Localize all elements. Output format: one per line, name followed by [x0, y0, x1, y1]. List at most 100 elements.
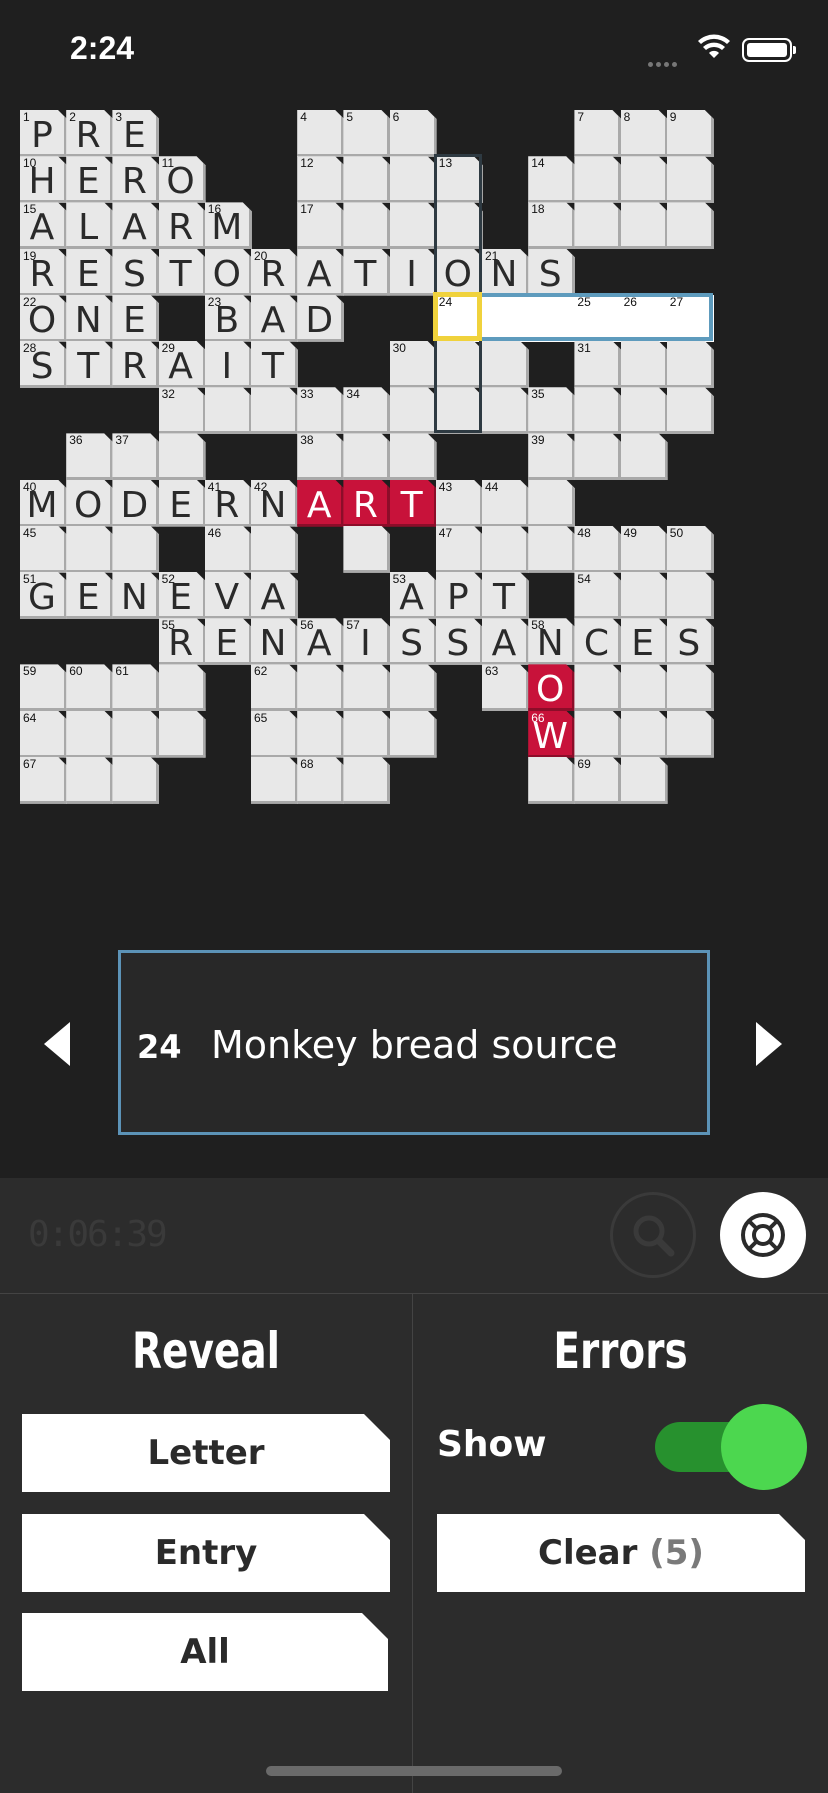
reveal-all-button[interactable]: All	[22, 1613, 388, 1691]
grid-cell[interactable]: 17	[297, 202, 345, 250]
grid-cell[interactable]: S	[389, 618, 437, 666]
grid-cell[interactable]	[112, 756, 160, 804]
grid-cell[interactable]	[389, 664, 437, 712]
grid-cell[interactable]: 5	[343, 110, 391, 157]
grid-cell[interactable]: L	[66, 202, 114, 250]
grid-cell[interactable]: T	[66, 341, 114, 388]
show-errors-toggle[interactable]	[655, 1404, 807, 1492]
grid-cell[interactable]: 56 A	[297, 618, 345, 666]
grid-cell[interactable]: 9	[666, 110, 714, 157]
grid-cell[interactable]	[66, 710, 114, 758]
grid-cell[interactable]	[482, 525, 529, 573]
grid-cell[interactable]	[158, 710, 206, 758]
grid-cell[interactable]	[666, 156, 714, 204]
left-arrow-icon[interactable]	[44, 1022, 70, 1066]
reveal-entry-button[interactable]: Entry	[22, 1514, 390, 1592]
grid-cell[interactable]: 32	[158, 387, 206, 435]
grid-cell[interactable]: 44	[482, 479, 529, 527]
revealed-cell[interactable]: O	[528, 664, 576, 712]
grid-cell[interactable]: 15 A	[20, 202, 67, 250]
grid-cell[interactable]	[158, 433, 206, 481]
grid-cell[interactable]: 52 E	[158, 572, 206, 619]
grid-cell[interactable]: S	[528, 248, 576, 296]
grid-cell[interactable]	[297, 710, 345, 758]
grid-cell[interactable]	[66, 756, 114, 804]
grid-cell[interactable]	[112, 525, 160, 573]
grid-cell[interactable]: 64	[20, 710, 67, 758]
grid-cell[interactable]: 7	[574, 110, 622, 157]
grid-cell[interactable]: E	[158, 479, 206, 527]
grid-cell[interactable]: R	[112, 156, 160, 204]
grid-cell[interactable]	[297, 664, 345, 712]
grid-cell[interactable]: E	[620, 618, 668, 666]
revealed-cell[interactable]: A	[297, 479, 345, 527]
grid-cell[interactable]: A	[251, 572, 298, 619]
grid-cell[interactable]: 34	[343, 387, 391, 435]
grid-cell[interactable]: 29 A	[158, 341, 206, 388]
grid-cell[interactable]: 59	[20, 664, 67, 712]
search-button[interactable]	[610, 1192, 696, 1278]
grid-cell[interactable]	[620, 710, 668, 758]
grid-cell[interactable]: 12	[297, 156, 345, 204]
grid-cell[interactable]	[574, 433, 622, 481]
grid-cell[interactable]: 3E	[112, 110, 160, 157]
grid-cell[interactable]	[343, 710, 391, 758]
grid-cell[interactable]: 51 G	[20, 572, 67, 619]
grid-cell[interactable]: 53 A	[389, 572, 437, 619]
grid-cell[interactable]: 57 I	[343, 618, 391, 666]
grid-cell[interactable]: S	[112, 248, 160, 296]
grid-cell[interactable]	[482, 387, 529, 435]
grid-cell[interactable]	[528, 479, 576, 527]
grid-cell[interactable]: T	[343, 248, 391, 296]
grid-cell[interactable]: N	[112, 572, 160, 619]
grid-cell[interactable]: 28 S	[20, 341, 67, 388]
grid-cell[interactable]	[343, 433, 391, 481]
grid-cell[interactable]	[389, 156, 437, 204]
grid-cell[interactable]	[389, 387, 437, 435]
grid-cell[interactable]: A	[251, 294, 298, 342]
grid-cell[interactable]: 23 B	[204, 294, 252, 342]
grid-cell[interactable]: E	[66, 248, 114, 296]
crossword-grid[interactable]: 1 P 2 R 3 E 4 5 6 7 8 9 10 H E R 11 O 12 13 14 15 A L A R 16 M 17 18 1…	[20, 110, 810, 900]
clear-errors-button[interactable]: Clear (5)	[437, 1514, 805, 1592]
grid-cell[interactable]: 58 N	[528, 618, 576, 666]
grid-cell[interactable]: N	[251, 618, 298, 666]
grid-cell[interactable]: 43	[435, 479, 483, 527]
grid-cell[interactable]: 31	[574, 341, 622, 388]
grid-cell[interactable]: S	[666, 618, 714, 666]
grid-cell[interactable]: 30	[389, 341, 437, 388]
grid-cell[interactable]: 21 N	[482, 248, 529, 296]
grid-cell[interactable]: 37	[112, 433, 160, 481]
grid-cell[interactable]	[389, 710, 437, 758]
grid-cell[interactable]	[251, 756, 298, 804]
grid-cell[interactable]	[343, 756, 391, 804]
grid-cell[interactable]: 22 O	[20, 294, 67, 342]
grid-cell[interactable]	[666, 664, 714, 712]
grid-cell[interactable]: 36	[66, 433, 114, 481]
grid-cell[interactable]	[666, 387, 714, 435]
grid-cell[interactable]: 19 R	[20, 248, 67, 296]
help-button[interactable]	[720, 1192, 806, 1278]
grid-cell[interactable]: 38	[297, 433, 345, 481]
grid-cell[interactable]: 40 M	[20, 479, 67, 527]
grid-cell[interactable]	[528, 525, 576, 573]
grid-cell[interactable]	[66, 525, 114, 573]
grid-cell[interactable]	[251, 387, 298, 435]
grid-cell[interactable]	[666, 341, 714, 388]
grid-cell[interactable]: 35	[528, 387, 576, 435]
grid-cell[interactable]: O	[66, 479, 114, 527]
grid-cell[interactable]: 69	[574, 756, 622, 804]
grid-cell[interactable]	[620, 756, 668, 804]
grid-cell[interactable]	[343, 156, 391, 204]
reveal-letter-button[interactable]: Letter	[22, 1414, 390, 1492]
grid-cell[interactable]: 20 R	[251, 248, 298, 296]
grid-cell[interactable]	[204, 387, 252, 435]
grid-cell[interactable]: 10 H	[20, 156, 67, 204]
grid-cell[interactable]: R	[112, 341, 160, 388]
grid-cell[interactable]	[158, 664, 206, 712]
grid-cell[interactable]: 65	[251, 710, 298, 758]
current-clue[interactable]: 24 Monkey bread source	[118, 950, 710, 1135]
grid-cell[interactable]: 16 M	[204, 202, 252, 250]
grid-cell[interactable]	[620, 572, 668, 619]
grid-cell[interactable]: I	[204, 341, 252, 388]
